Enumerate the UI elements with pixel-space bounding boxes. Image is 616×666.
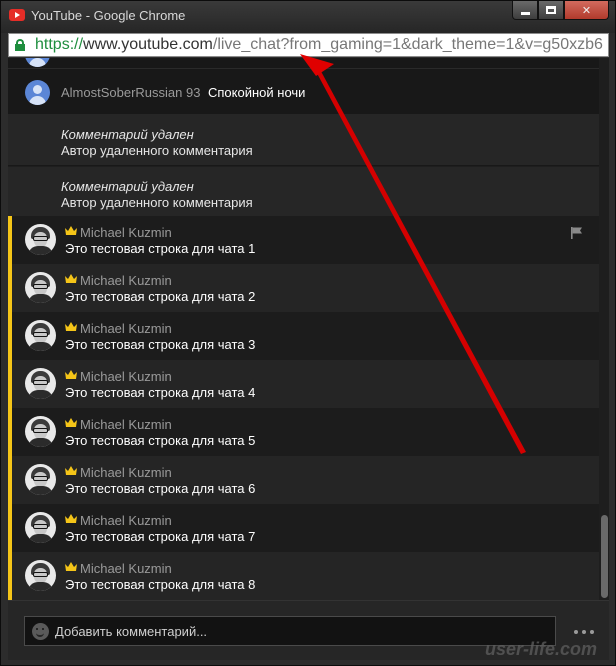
avatar[interactable]	[25, 272, 56, 303]
message-author[interactable]: Michael Kuzmin	[80, 225, 172, 240]
url-path: /live_chat?from_gaming=1&dark_theme=1&v=…	[212, 36, 603, 53]
avatar[interactable]	[25, 560, 56, 591]
crown-icon	[65, 274, 77, 283]
window-controls: ✕	[512, 1, 609, 20]
chat-message[interactable]: Michael Kuzmin Это тестовая строка для ча…	[8, 312, 599, 360]
message-text: Это тестовая строка для чата 8	[65, 577, 256, 592]
avatar	[25, 58, 50, 67]
crown-icon	[65, 466, 77, 475]
crown-icon	[65, 370, 77, 379]
message-author[interactable]: Michael Kuzmin	[80, 465, 172, 480]
message-author[interactable]: Michael Kuzmin	[80, 321, 172, 336]
emoji-icon[interactable]	[32, 623, 49, 640]
close-button[interactable]: ✕	[564, 1, 609, 20]
chat-message[interactable]: Michael Kuzmin Это тестовая строка для ча…	[8, 360, 599, 408]
avatar[interactable]	[25, 80, 50, 105]
browser-window: YouTube - Google Chrome ✕ https://www.yo…	[0, 0, 616, 666]
deleted-title: Комментарий удален	[61, 179, 194, 194]
chat-message[interactable]: Michael Kuzmin Это тестовая строка для ча…	[8, 408, 599, 456]
message-author[interactable]: Michael Kuzmin	[80, 513, 172, 528]
deleted-message: Комментарий удален Автор удаленного комм…	[8, 114, 599, 165]
watermark: user-life.com	[485, 639, 598, 659]
message-text: Это тестовая строка для чата 6	[65, 481, 256, 496]
message-text: Это тестовая строка для чата 1	[65, 241, 256, 256]
message-author[interactable]: Michael Kuzmin	[80, 417, 172, 432]
message-author[interactable]: Michael Kuzmin	[80, 561, 172, 576]
chat-message[interactable]: Michael Kuzmin Это тестовая строка для ча…	[8, 216, 599, 264]
avatar[interactable]	[25, 224, 56, 255]
crown-icon	[65, 418, 77, 427]
url-text[interactable]: https://www.youtube.com/live_chat?from_g…	[35, 36, 603, 54]
chat-message[interactable]: Michael Kuzmin Это тестовая строка для ча…	[8, 552, 599, 600]
message-text: Это тестовая строка для чата 2	[65, 289, 256, 304]
minimize-icon	[520, 11, 530, 15]
url-scheme: https://	[35, 36, 84, 53]
title-bar: YouTube - Google Chrome ✕	[1, 1, 615, 33]
message-text: Это тестовая строка для чата 3	[65, 337, 256, 352]
message-text: Это тестовая строка для чата 5	[65, 433, 256, 448]
chat-message[interactable]: Michael Kuzmin Это тестовая строка для ча…	[8, 456, 599, 504]
chat-message[interactable]: Michael Kuzmin Это тестовая строка для ча…	[8, 264, 599, 312]
window-title: YouTube - Google Chrome	[31, 8, 186, 23]
deleted-subtitle: Автор удаленного комментария	[61, 195, 253, 210]
message-text: Спокойной ночи	[208, 85, 306, 100]
avatar[interactable]	[25, 368, 56, 399]
more-options-icon[interactable]	[574, 630, 594, 634]
crown-icon	[65, 322, 77, 331]
message-author[interactable]: Michael Kuzmin	[80, 369, 172, 384]
deleted-title: Комментарий удален	[61, 127, 194, 142]
chat-message[interactable]: Michael Kuzmin Это тестовая строка для ча…	[8, 504, 599, 552]
comment-input[interactable]: Добавить комментарий...	[24, 616, 556, 646]
deleted-message: Комментарий удален Автор удаленного комм…	[8, 166, 599, 216]
scrollbar[interactable]	[599, 58, 609, 600]
chat-message[interactable]: AlmostSoberRussian 93 Спокойной ночи	[8, 68, 599, 114]
maximize-icon	[546, 6, 556, 14]
url-host: www.youtube.com	[83, 36, 213, 53]
live-chat: AlmostSoberRussian 93 Спокойной ночи Ком…	[8, 58, 609, 600]
avatar[interactable]	[25, 416, 56, 447]
crown-icon	[65, 226, 77, 235]
minimize-button[interactable]	[512, 1, 538, 20]
deleted-subtitle: Автор удаленного комментария	[61, 143, 253, 158]
message-author[interactable]: AlmostSoberRussian 93	[61, 85, 200, 100]
scrollbar-thumb[interactable]	[601, 515, 608, 598]
message-text: Это тестовая строка для чата 4	[65, 385, 256, 400]
message-author[interactable]: Michael Kuzmin	[80, 273, 172, 288]
message-text: Это тестовая строка для чата 7	[65, 529, 256, 544]
maximize-button[interactable]	[538, 1, 564, 20]
avatar[interactable]	[25, 512, 56, 543]
crown-icon	[65, 562, 77, 571]
comment-placeholder: Добавить комментарий...	[55, 624, 208, 639]
close-icon: ✕	[581, 4, 592, 17]
address-bar[interactable]: https://www.youtube.com/live_chat?from_g…	[8, 33, 609, 57]
lock-icon	[15, 39, 25, 51]
youtube-icon	[9, 9, 25, 21]
avatar[interactable]	[25, 320, 56, 351]
crown-icon	[65, 514, 77, 523]
flag-icon[interactable]	[571, 227, 583, 239]
list-item	[8, 58, 599, 68]
avatar[interactable]	[25, 464, 56, 495]
